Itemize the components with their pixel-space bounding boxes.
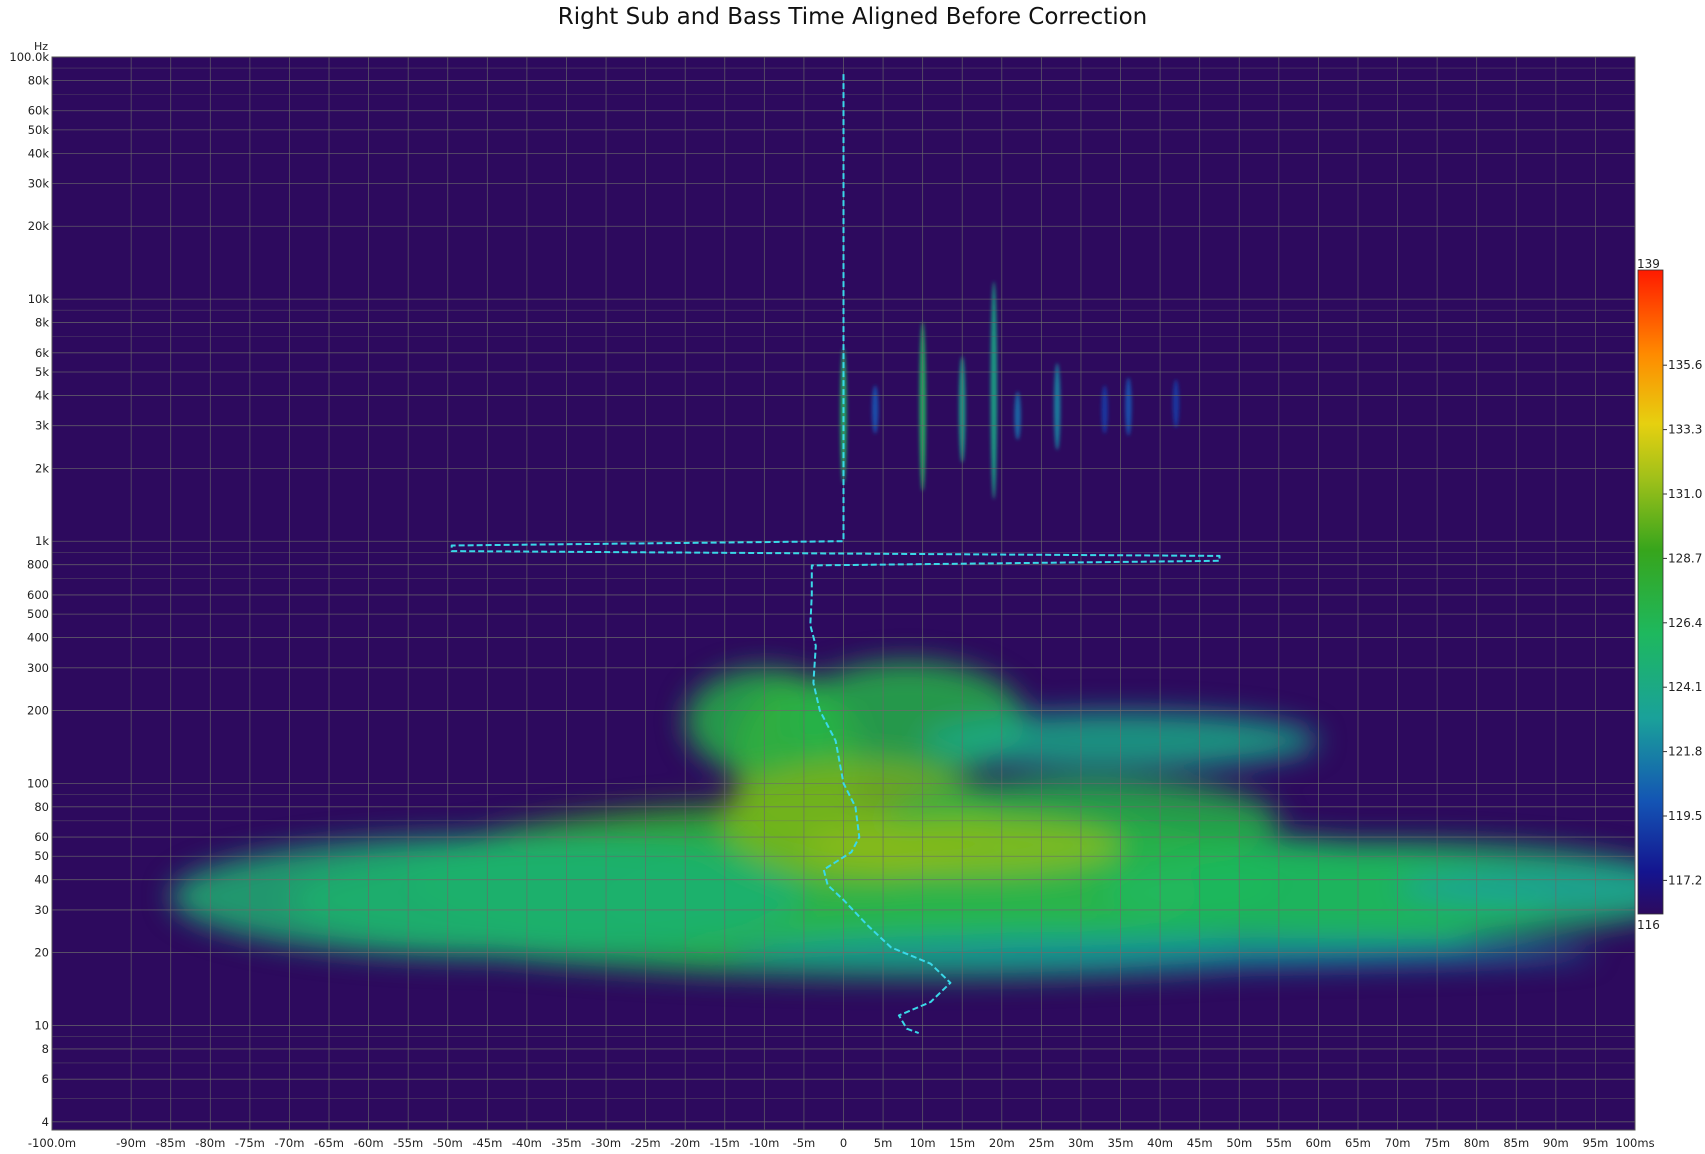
colorbar-tick-label: 117.2 [1668,873,1702,887]
y-tick-label: 20 [34,946,49,960]
y-tick-label: 4k [35,388,49,402]
x-tick-label: -90m [116,1136,146,1150]
y-tick-label: 1k [35,534,49,548]
colorbar-max-label: 139 [1637,257,1660,271]
colorbar-tick-label: 135.6 [1668,358,1702,372]
x-tick-label: -40m [512,1136,542,1150]
colorbar-min-label: 116 [1637,918,1660,932]
x-tick-label: 0 [840,1136,847,1150]
y-tick-label: 40 [34,873,49,887]
y-tick-label: 30 [34,903,49,917]
x-tick-label: -85m [156,1136,186,1150]
x-tick-label: 45m [1187,1136,1213,1150]
y-tick-label: 10 [34,1018,49,1032]
x-tick-label: 80m [1464,1136,1490,1150]
y-tick-label: 800 [27,558,49,572]
chart-root: Right Sub and Bass Time Aligned Before C… [0,0,1705,1154]
x-tick-label: 95m [1583,1136,1609,1150]
y-tick-label: 10k [28,292,50,306]
y-tick-label: 50 [34,849,49,863]
y-tick-label: 500 [27,607,49,621]
x-tick-label: 20m [989,1136,1015,1150]
x-tick-label: 55m [1266,1136,1292,1150]
x-tick-label: -70m [274,1136,304,1150]
x-tick-label: -80m [195,1136,225,1150]
y-tick-label: 200 [27,703,49,717]
y-tick-label: 80k [28,73,50,87]
y-tick-label: 600 [27,588,49,602]
x-tick-label: -65m [314,1136,344,1150]
x-tick-label: 30m [1068,1136,1094,1150]
x-tick-label: 65m [1345,1136,1371,1150]
y-tick-label: 8k [35,316,49,330]
y-tick-label: 3k [35,419,49,433]
x-tick-label: 85m [1503,1136,1529,1150]
y-tick-label: 40k [28,146,50,160]
y-tick-label: 100 [27,776,49,790]
x-tick-label: 70m [1385,1136,1411,1150]
y-tick-label: 2k [35,461,49,475]
x-tick-label: -15m [710,1136,740,1150]
hf-burst [1101,385,1108,434]
x-tick-label: 50m [1226,1136,1252,1150]
x-tick-label: 90m [1543,1136,1569,1150]
hf-burst [1054,362,1061,451]
colorbar-ticks: 117.2 119.5 121.8 124.1 126.4 128.7 131.0 133.3… [1663,358,1702,887]
hf-burst [990,281,998,500]
y-tick-label: 4 [42,1115,49,1129]
spectrogram-chart: -100.0m -90m -85m -80m -75m -70m -65m -60m -55m -… [9,40,1702,1150]
colorbar-tick-label: 131.0 [1668,487,1702,501]
hf-burst [1014,391,1021,440]
y-tick-label: 60 [34,830,49,844]
x-tick-label: 25m [1028,1136,1054,1150]
x-tick-label: -35m [551,1136,581,1150]
x-tick-label: 75m [1424,1136,1450,1150]
x-tick-label: -100.0m [28,1136,76,1150]
x-tick-label: -30m [591,1136,621,1150]
x-tick-label: -60m [354,1136,384,1150]
hf-burst [1172,379,1180,428]
x-tick-label: -5m [793,1136,816,1150]
x-tick-label: 100ms [1615,1136,1654,1150]
hf-burst [1125,377,1132,436]
y-tick-label: 60k [28,104,50,118]
colorbar-tick-label: 121.8 [1668,745,1702,759]
y-tick-label: 20k [28,219,50,233]
y-tick-label: 400 [27,631,49,645]
y-tick-label: 6k [35,346,49,360]
colorbar: 139 116 117.2 119.5 121.8 124.1 126.4 128.7 13… [1637,257,1702,932]
x-tick-label: -75m [235,1136,265,1150]
colorbar-tick-label: 124.1 [1668,680,1702,694]
colorbar-tick-label: 126.4 [1668,616,1702,630]
x-tick-label: -20m [670,1136,700,1150]
y-tick-label: 80 [34,800,49,814]
y-tick-label: 50k [28,123,50,137]
x-tick-label: -10m [749,1136,779,1150]
x-tick-label: 5m [874,1136,893,1150]
x-tick-label: -55m [393,1136,423,1150]
colorbar-tick-label: 119.5 [1668,809,1702,823]
x-tick-label: 10m [910,1136,936,1150]
x-tick-label: -25m [631,1136,661,1150]
grid-layer [51,56,1636,1131]
y-tick-label: 8 [42,1042,49,1056]
x-tick-label: -45m [472,1136,502,1150]
colorbar-tick-label: 133.3 [1668,423,1702,437]
y-tick-label: 5k [35,365,49,379]
x-tick-label: 60m [1305,1136,1331,1150]
hf-burst [871,385,879,434]
x-axis-ticks: -100.0m -90m -85m -80m -75m -70m -65m -60m -55m -… [28,1136,1655,1150]
x-tick-label: 15m [949,1136,975,1150]
x-tick-label: 40m [1147,1136,1173,1150]
y-axis-unit-label: Hz [34,40,48,53]
y-tick-label: 300 [27,661,49,675]
y-tick-label: 6 [42,1072,49,1086]
x-tick-label: -50m [433,1136,463,1150]
x-tick-label: 35m [1108,1136,1134,1150]
colorbar-tick-label: 128.7 [1668,551,1702,565]
y-tick-label: 30k [28,177,50,191]
y-axis-ticks: 4 6 8 10 20 30 40 50 60 80 100 200 300 400 500 600 800 1k… [9,50,49,1129]
colorbar-gradient-bar [1637,269,1664,915]
